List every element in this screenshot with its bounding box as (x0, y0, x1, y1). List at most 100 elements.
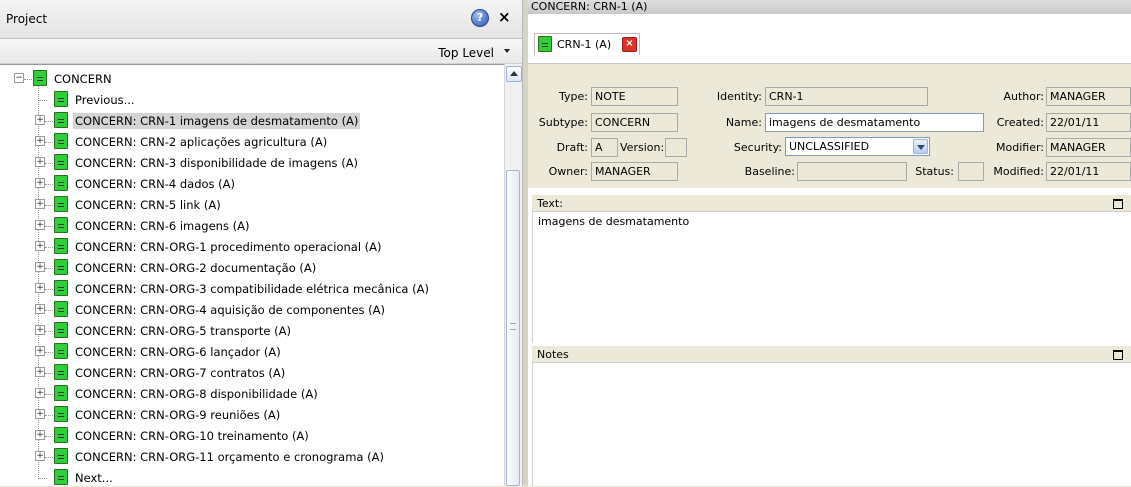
expand-icon[interactable]: + (35, 304, 45, 314)
tree-item[interactable]: + CONCERN: CRN-ORG-7 contratos (A) (0, 362, 500, 383)
expand-icon[interactable]: + (35, 199, 45, 209)
tree-item[interactable]: + CONCERN: CRN-ORG-6 lançador (A) (0, 341, 500, 362)
document-icon (54, 133, 68, 149)
tree-item-label: CONCERN: CRN-5 link (A) (75, 198, 221, 212)
collapse-icon[interactable]: − (14, 73, 24, 83)
document-icon (54, 175, 68, 191)
project-tree: − CONCERN Previous... + CONCERN: CRN-1 i… (0, 64, 504, 487)
scrollbar-thumb[interactable] (506, 170, 520, 486)
document-icon (54, 280, 68, 296)
tree-item[interactable]: + CONCERN: CRN-ORG-9 reuniões (A) (0, 404, 500, 425)
editor-title: CONCERN: CRN-1 (A) (531, 0, 648, 13)
expand-icon[interactable]: + (35, 430, 45, 440)
expand-icon[interactable]: + (35, 367, 45, 377)
tree-item[interactable]: + CONCERN: CRN-ORG-8 disponibilidade (A) (0, 383, 500, 404)
notes-pane-header: Notes (532, 346, 1131, 363)
tree-item[interactable]: + CONCERN: CRN-2 aplicações agricultura … (0, 131, 500, 152)
chevron-down-icon[interactable] (913, 139, 928, 154)
baseline-field (797, 162, 907, 181)
expand-icon[interactable]: + (35, 178, 45, 188)
document-icon (54, 448, 68, 464)
expand-icon[interactable]: + (35, 136, 45, 146)
close-tab-icon[interactable]: × (622, 37, 637, 52)
expand-icon[interactable]: + (35, 115, 45, 125)
tree-item-label: CONCERN: CRN-ORG-2 documentação (A) (75, 261, 317, 275)
scroll-up-icon[interactable] (506, 66, 522, 82)
chevron-down-icon[interactable] (504, 49, 510, 53)
tree-scrollbar[interactable] (504, 64, 523, 486)
document-icon (538, 36, 552, 52)
tree-item-label: CONCERN: CRN-6 imagens (A) (75, 219, 250, 233)
editor-tab-strip: CRN-1 (A) × (528, 14, 1131, 64)
subtype-field: CONCERN (591, 113, 678, 132)
tree-next[interactable]: Next... (0, 467, 500, 487)
tree-item[interactable]: + CONCERN: CRN-4 dados (A) (0, 173, 500, 194)
type-field: NOTE (591, 87, 678, 106)
expand-icon[interactable]: + (35, 325, 45, 335)
expand-icon[interactable]: + (35, 283, 45, 293)
help-icon[interactable]: ? (471, 9, 489, 27)
modified-label: Modified: (993, 165, 1044, 178)
tree-item[interactable]: + CONCERN: CRN-ORG-4 aquisição de compon… (0, 299, 500, 320)
expand-icon[interactable]: + (35, 241, 45, 251)
tree-item-label: CONCERN: CRN-3 disponibilidade de imagen… (75, 156, 359, 170)
tree-item[interactable]: + CONCERN: CRN-ORG-10 treinamento (A) (0, 425, 500, 446)
tree-previous-label: Previous... (75, 93, 135, 107)
tree-item[interactable]: + CONCERN: CRN-ORG-1 procedimento operac… (0, 236, 500, 257)
document-icon (54, 259, 68, 275)
tree-root[interactable]: − CONCERN (0, 68, 500, 89)
document-icon (54, 343, 68, 359)
tree-item[interactable]: + CONCERN: CRN-1 imagens de desmatamento… (0, 110, 500, 131)
identity-field: CRN-1 (765, 87, 928, 106)
tree-item-label: CONCERN: CRN-ORG-6 lançador (A) (75, 345, 281, 359)
modifier-field: MANAGER (1046, 138, 1131, 157)
expand-icon[interactable]: + (35, 346, 45, 356)
maximize-icon[interactable] (1113, 350, 1123, 360)
text-editor[interactable]: imagens de desmatamento (532, 212, 1131, 343)
tree-item[interactable]: + CONCERN: CRN-5 link (A) (0, 194, 500, 215)
tree-item[interactable]: + CONCERN: CRN-ORG-2 documentação (A) (0, 257, 500, 278)
expand-icon[interactable]: + (35, 262, 45, 272)
document-icon (54, 406, 68, 422)
type-label: Type: (559, 90, 588, 103)
expand-icon[interactable]: + (35, 451, 45, 461)
tree-item-label: CONCERN: CRN-1 imagens de desmatamento (… (73, 113, 361, 129)
tree-item[interactable]: + CONCERN: CRN-3 disponibilidade de imag… (0, 152, 500, 173)
tree-item[interactable]: + CONCERN: CRN-ORG-5 transporte (A) (0, 320, 500, 341)
expand-icon[interactable]: + (35, 409, 45, 419)
notes-editor[interactable] (532, 363, 1131, 486)
document-icon (54, 217, 68, 233)
tree-item-label: CONCERN: CRN-ORG-4 aquisição de componen… (75, 303, 386, 317)
editor-title-bar: CONCERN: CRN-1 (A) (528, 0, 1131, 14)
tab-crn-1[interactable]: CRN-1 (A) × (534, 33, 640, 55)
document-icon (54, 154, 68, 170)
maximize-icon[interactable] (1113, 199, 1123, 209)
tree-item[interactable]: + CONCERN: CRN-6 imagens (A) (0, 215, 500, 236)
version-label: Version: (620, 141, 665, 154)
draft-field[interactable]: A (591, 138, 618, 157)
status-label: Status: (915, 165, 954, 178)
status-field (958, 162, 984, 181)
document-icon (54, 91, 68, 107)
tree-item[interactable]: + CONCERN: CRN-ORG-11 orçamento e cronog… (0, 446, 500, 467)
properties-form: Type: NOTE Subtype: CONCERN Draft: A Ver… (528, 64, 1131, 188)
expand-icon[interactable]: + (35, 388, 45, 398)
security-value: UNCLASSIFIED (789, 140, 870, 153)
version-field[interactable] (665, 138, 687, 157)
expand-icon[interactable]: + (35, 157, 45, 167)
document-icon (54, 196, 68, 212)
document-icon (54, 238, 68, 254)
notes-pane-title: Notes (537, 348, 569, 361)
project-panel: Project ? × Top Level − CONCERN Previous… (0, 0, 523, 487)
document-icon (54, 364, 68, 380)
security-label: Security: (733, 141, 782, 154)
close-icon[interactable]: × (498, 9, 511, 25)
tree-item[interactable]: + CONCERN: CRN-ORG-3 compatibilidade elé… (0, 278, 500, 299)
author-label: Author: (1003, 90, 1044, 103)
tree-previous[interactable]: Previous... (0, 89, 500, 110)
security-dropdown[interactable]: UNCLASSIFIED (785, 137, 930, 156)
expand-icon[interactable]: + (35, 220, 45, 230)
name-field[interactable]: imagens de desmatamento (765, 113, 984, 132)
level-dropdown[interactable]: Top Level (438, 46, 494, 60)
document-icon (33, 70, 47, 86)
